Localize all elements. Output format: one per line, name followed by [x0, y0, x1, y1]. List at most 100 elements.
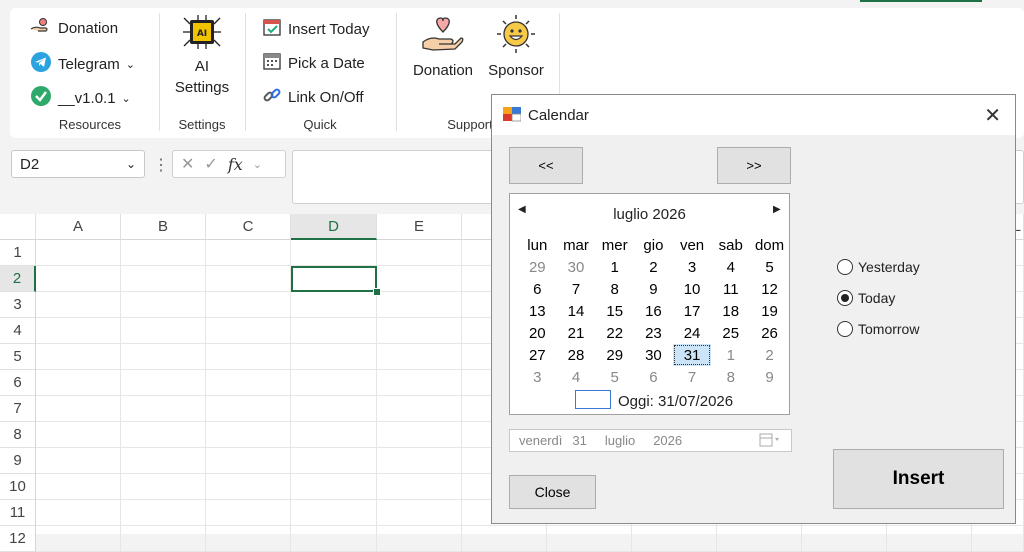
- ai-settings-button[interactable]: AI AI Settings: [168, 14, 236, 98]
- row-header[interactable]: 10: [0, 474, 36, 500]
- calendar-day[interactable]: 2: [634, 256, 673, 278]
- calendar-day[interactable]: 1: [595, 256, 634, 278]
- calendar-day[interactable]: 4: [711, 256, 750, 278]
- column-header-b[interactable]: B: [121, 214, 206, 240]
- close-button[interactable]: Close: [509, 475, 596, 509]
- date-picker[interactable]: venerdì 31 luglio 2026: [509, 429, 792, 452]
- calendar-day[interactable]: 28: [557, 344, 596, 366]
- calendar-day[interactable]: 3: [518, 366, 557, 388]
- grid-cell[interactable]: [206, 344, 291, 370]
- grid-cell[interactable]: [291, 396, 377, 422]
- grid-cell[interactable]: [206, 318, 291, 344]
- insert-function-button[interactable]: fx: [228, 155, 243, 174]
- radio-circle-icon[interactable]: [837, 321, 853, 337]
- grid-cell[interactable]: [206, 396, 291, 422]
- calendar-day[interactable]: 29: [518, 256, 557, 278]
- grid-cell[interactable]: [887, 526, 972, 552]
- calendar-day[interactable]: 19: [750, 300, 789, 322]
- grid-cell[interactable]: [291, 240, 377, 266]
- grid-cell[interactable]: [36, 474, 121, 500]
- row-header[interactable]: 6: [0, 370, 36, 396]
- calendar-day[interactable]: 18: [711, 300, 750, 322]
- month-calendar[interactable]: ◀ luglio 2026 ▶ lun mar mer gio ven sab …: [509, 193, 790, 415]
- grid-cell[interactable]: [972, 526, 1024, 552]
- grid-cell[interactable]: [377, 396, 462, 422]
- radio-circle-icon[interactable]: [837, 259, 853, 275]
- calendar-day[interactable]: 4: [557, 366, 596, 388]
- grid-cell[interactable]: [36, 526, 121, 552]
- enter-check-icon[interactable]: ✓: [204, 154, 217, 174]
- cancel-icon[interactable]: ✕: [181, 154, 194, 174]
- calendar-day[interactable]: 5: [750, 256, 789, 278]
- calendar-day[interactable]: 8: [595, 278, 634, 300]
- grid-cell[interactable]: [206, 422, 291, 448]
- row-header[interactable]: 12: [0, 526, 36, 552]
- calendar-day[interactable]: 21: [557, 322, 596, 344]
- grid-cell[interactable]: [291, 422, 377, 448]
- grid-cell[interactable]: [377, 370, 462, 396]
- grid-cell[interactable]: [377, 266, 462, 292]
- calendar-day[interactable]: 15: [595, 300, 634, 322]
- calendar-day[interactable]: 16: [634, 300, 673, 322]
- fill-handle[interactable]: [373, 288, 381, 296]
- more-options-icon[interactable]: ⋮: [153, 155, 169, 175]
- calendar-day[interactable]: 29: [595, 344, 634, 366]
- grid-cell[interactable]: [121, 266, 206, 292]
- calendar-day[interactable]: 6: [634, 366, 673, 388]
- today-marker-box[interactable]: [575, 390, 611, 409]
- grid-cell[interactable]: [36, 292, 121, 318]
- row-header[interactable]: 4: [0, 318, 36, 344]
- grid-cell[interactable]: [36, 240, 121, 266]
- grid-cell[interactable]: [377, 422, 462, 448]
- grid-cell[interactable]: [802, 526, 887, 552]
- active-cell-d2[interactable]: [291, 266, 377, 292]
- grid-cell[interactable]: [36, 344, 121, 370]
- sponsor-button[interactable]: Sponsor: [483, 14, 549, 81]
- grid-cell[interactable]: [121, 526, 206, 552]
- grid-cell[interactable]: [291, 474, 377, 500]
- calendar-day[interactable]: 7: [557, 278, 596, 300]
- select-all-corner[interactable]: [0, 214, 36, 240]
- link-toggle-button[interactable]: Link On/Off: [262, 85, 364, 109]
- row-header[interactable]: 2: [0, 266, 36, 292]
- calendar-day[interactable]: 12: [750, 278, 789, 300]
- grid-cell[interactable]: [377, 474, 462, 500]
- calendar-day-selected[interactable]: 31: [672, 344, 712, 366]
- donation-support-button[interactable]: Donation: [408, 14, 478, 81]
- row-header[interactable]: 5: [0, 344, 36, 370]
- donation-link-button[interactable]: Donation: [30, 17, 118, 39]
- grid-cell[interactable]: [632, 526, 717, 552]
- version-dropdown[interactable]: __v1.0.1 ⌄: [30, 85, 131, 111]
- radio-circle-icon[interactable]: [837, 290, 853, 306]
- calendar-dropdown-icon[interactable]: [759, 433, 783, 450]
- calendar-day[interactable]: 26: [750, 322, 789, 344]
- grid-cell[interactable]: [377, 344, 462, 370]
- grid-cell[interactable]: [121, 448, 206, 474]
- grid-cell[interactable]: [121, 370, 206, 396]
- grid-cell[interactable]: [377, 318, 462, 344]
- grid-cell[interactable]: [121, 240, 206, 266]
- calendar-day[interactable]: 3: [673, 256, 712, 278]
- calendar-day[interactable]: 9: [750, 366, 789, 388]
- grid-cell[interactable]: [36, 318, 121, 344]
- grid-cell[interactable]: [291, 448, 377, 474]
- column-header-a[interactable]: A: [36, 214, 121, 240]
- calendar-day[interactable]: 9: [634, 278, 673, 300]
- calendar-day[interactable]: 25: [711, 322, 750, 344]
- pick-date-button[interactable]: Pick a Date: [262, 51, 365, 75]
- telegram-dropdown[interactable]: Telegram ⌄: [30, 51, 135, 77]
- grid-cell[interactable]: [121, 318, 206, 344]
- grid-cell[interactable]: [291, 292, 377, 318]
- grid-cell[interactable]: [206, 240, 291, 266]
- calendar-day[interactable]: 14: [557, 300, 596, 322]
- row-header[interactable]: 7: [0, 396, 36, 422]
- row-header[interactable]: 11: [0, 500, 36, 526]
- row-header[interactable]: 1: [0, 240, 36, 266]
- row-header[interactable]: 8: [0, 422, 36, 448]
- calendar-day[interactable]: 11: [711, 278, 750, 300]
- grid-cell[interactable]: [377, 526, 462, 552]
- calendar-day[interactable]: 30: [557, 256, 596, 278]
- today-link[interactable]: Oggi: 31/07/2026: [618, 393, 733, 410]
- prev-month-button[interactable]: <<: [509, 147, 583, 184]
- column-header-d[interactable]: D: [291, 214, 377, 240]
